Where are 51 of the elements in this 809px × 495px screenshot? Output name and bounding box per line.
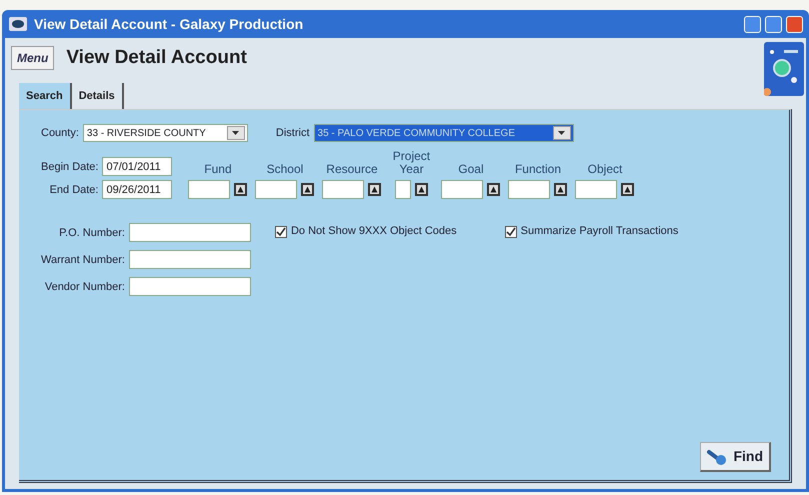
field-label: Goal (458, 163, 484, 176)
lookup-icon[interactable] (554, 183, 568, 196)
field-label: Warrant Number: (41, 252, 125, 268)
number-field[interactable] (128, 223, 251, 242)
checkbox-label: Do Not Show 9XXX Object Codes (290, 224, 457, 240)
checkbox[interactable] (504, 226, 517, 238)
county-dropdown[interactable]: 33 - RIVERSIDE COUNTY (82, 124, 248, 142)
field-label: Fund (204, 163, 232, 176)
county-label: County: (41, 126, 79, 141)
date-field[interactable]: 07/01/2011 (102, 157, 172, 176)
minimize-button[interactable] (744, 16, 761, 32)
code-field[interactable] (322, 180, 364, 200)
field-label: P.O. Number: (59, 226, 125, 241)
date-label: End Date: (50, 182, 98, 198)
app-icon (8, 16, 28, 32)
lookup-icon[interactable] (234, 183, 248, 196)
code-field[interactable] (508, 180, 550, 200)
field-label: Vendor Number: (44, 280, 125, 295)
code-field[interactable] (441, 180, 484, 200)
field-label: Resource (326, 163, 378, 176)
menu-button[interactable]: Menu (11, 46, 54, 70)
date-label: Begin Date: (41, 160, 98, 175)
checkbox[interactable] (274, 226, 287, 238)
close-button[interactable] (786, 16, 803, 32)
date-field[interactable]: 09/26/2011 (102, 180, 172, 200)
field-label: Project Year (392, 150, 432, 176)
lookup-icon[interactable] (368, 183, 382, 196)
code-field[interactable] (394, 180, 411, 200)
find-button[interactable]: Find (700, 442, 771, 472)
window-title: View Detail Account - Galaxy Production (34, 14, 304, 34)
code-field[interactable] (575, 180, 618, 200)
checkbox-label: Summarize Payroll Transactions (520, 224, 678, 240)
lookup-icon[interactable] (301, 183, 314, 196)
district-label: District (276, 126, 310, 141)
number-field[interactable] (128, 250, 251, 270)
field-label: School (266, 163, 304, 176)
logo-icon (764, 42, 804, 96)
tab[interactable]: Search (19, 82, 72, 109)
field-label: Function (514, 163, 561, 176)
district-dropdown[interactable]: 35 - PALO VERDE COMMUNITY COLLEGE (314, 124, 574, 142)
caret-icon (232, 131, 240, 135)
code-field[interactable] (188, 180, 230, 200)
maximize-button[interactable] (765, 16, 782, 32)
code-field[interactable] (255, 180, 298, 200)
page-title: View Detail Account (66, 46, 247, 70)
number-field[interactable] (128, 277, 251, 296)
lookup-icon[interactable] (621, 183, 634, 196)
field-label: Object (588, 163, 622, 176)
caret-icon (558, 131, 566, 135)
lookup-icon[interactable] (414, 183, 428, 196)
lookup-icon[interactable] (487, 183, 500, 196)
